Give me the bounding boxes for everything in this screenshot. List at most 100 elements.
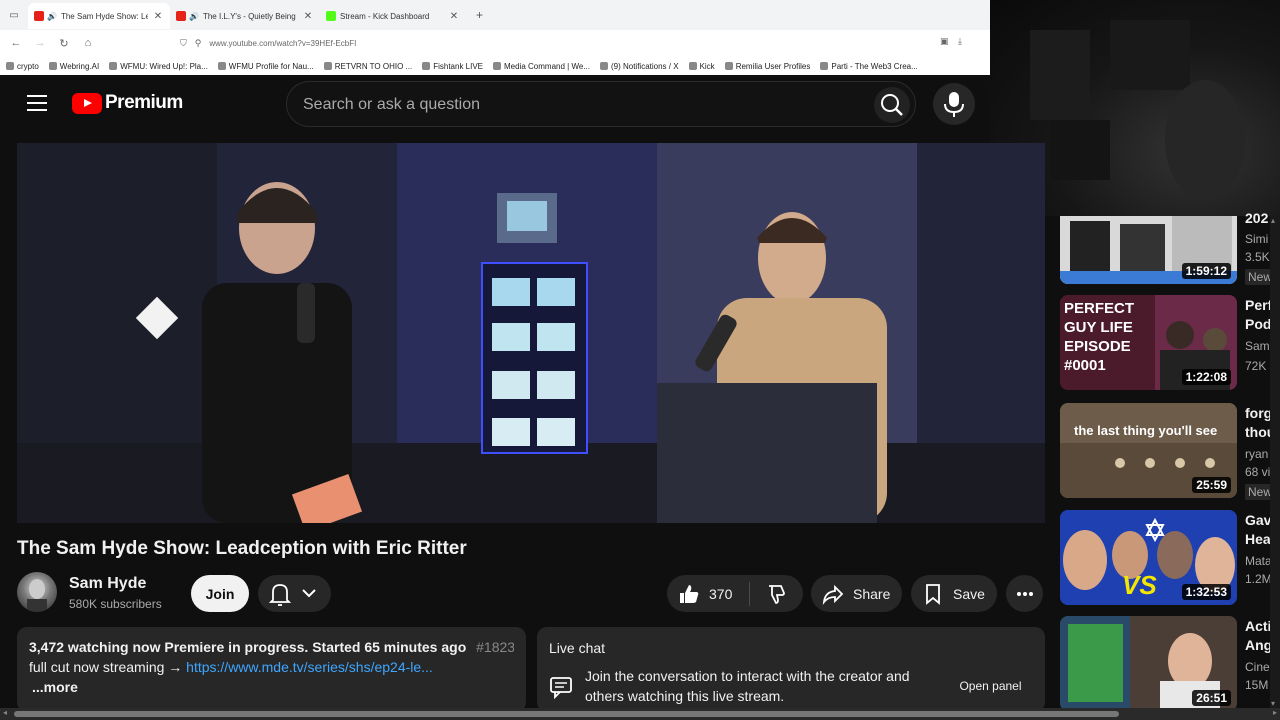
bookmark-item[interactable]: Parti - The Web3 Crea... (820, 61, 918, 71)
bookmark-favicon-icon (724, 62, 733, 70)
forward-icon[interactable]: → (28, 37, 52, 49)
kick-favicon-icon (326, 11, 336, 21)
bookmark-label: Parti - The Web3 Crea... (831, 61, 918, 71)
bookmark-favicon-icon (217, 62, 226, 70)
tab-ilys[interactable]: 🔊 The I.L.Y's - Quietly Being t ✕ (170, 3, 320, 29)
video-title: The Sam Hyde Show: Leadception with Eric… (17, 538, 467, 559)
reload-icon[interactable]: ↻ (52, 37, 76, 50)
youtube-premium-logo[interactable]: Premium (72, 92, 183, 114)
new-tab-button[interactable]: + (476, 8, 483, 22)
bookmark-item[interactable]: crypto (6, 62, 39, 71)
tab-label: Stream - Kick Dashboard (340, 11, 430, 21)
tab-sam-hyde-show[interactable]: 🔊 The Sam Hyde Show: Leadc ✕ (28, 3, 170, 29)
subscriber-count: 580K subscribers (69, 597, 162, 611)
audio-icon[interactable]: 🔊 (47, 12, 57, 21)
search-button[interactable] (874, 87, 910, 123)
close-tab-icon[interactable]: ✕ (448, 11, 460, 22)
bookmark-item[interactable]: WFMU: Wired Up!: Pla... (109, 62, 208, 71)
bookmark-item[interactable]: Fishtank LIVE (422, 62, 483, 71)
share-button[interactable]: Share (811, 575, 902, 612)
bookmark-item[interactable]: Webring.AI (48, 62, 99, 71)
recommendation-channel: ryan (1245, 447, 1269, 461)
download-icon[interactable]: ⤓ (958, 36, 962, 47)
bookmark-favicon-icon (422, 62, 431, 70)
scroll-right-icon[interactable]: ▸ (1273, 708, 1277, 717)
recommendation-title[interactable]: forg (1245, 403, 1272, 423)
close-tab-icon[interactable]: ✕ (152, 11, 164, 22)
bookmark-item[interactable]: RETVRN TO OHIO ... (323, 62, 412, 71)
url-field[interactable]: ⛉ ⚲ www.youtube.com/watch?v=39HEf-EcbFI (180, 34, 930, 52)
youtube-logo-icon (72, 92, 102, 114)
vertical-scrollbar[interactable]: ▴ ▾ (1270, 216, 1280, 708)
scrollbar-thumb[interactable] (14, 711, 1119, 717)
video-thumbnail[interactable]: 26:51 (1060, 616, 1237, 711)
bookmark-item[interactable]: WFMU Profile for Nau... (217, 61, 314, 71)
browser-chrome: ▭ 🔊 The Sam Hyde Show: Leadc ✕ 🔊 The I.L… (0, 0, 990, 75)
bookmark-label: WFMU Profile for Nau... (228, 61, 314, 71)
description-link[interactable]: https://www.mde.tv/series/shs/ep24-le... (186, 659, 433, 675)
scroll-left-icon[interactable]: ◂ (3, 708, 7, 717)
recommendation-views: 68 vi (1245, 465, 1271, 479)
recommendation-title[interactable]: 202 (1245, 208, 1268, 228)
back-icon[interactable]: ← (4, 37, 28, 49)
open-panel-button[interactable]: Open panel (949, 671, 1032, 701)
screenshot-icon[interactable]: ▣ (940, 36, 949, 47)
hashtag[interactable]: #182334 (476, 639, 514, 655)
video-thumbnail[interactable]: the last thing you'll see 25:59 (1060, 403, 1237, 498)
scroll-up-icon[interactable]: ▴ (1271, 216, 1275, 225)
show-more-button[interactable]: ...more (29, 679, 514, 699)
bookmark-label: crypto (17, 61, 39, 71)
video-thumbnail[interactable]: VS 1:32:53 (1060, 510, 1237, 605)
like-dislike-group: 370 (667, 575, 803, 612)
bookmark-label: Remilia User Profiles (735, 61, 811, 71)
audio-icon[interactable]: 🔊 (189, 12, 199, 21)
site-info-icon[interactable]: ⚲ (195, 38, 202, 49)
search-box (286, 81, 916, 127)
shield-icon[interactable]: ⛉ (180, 38, 187, 49)
recommendation-title[interactable]: Gav (1245, 510, 1271, 530)
video-player[interactable] (17, 143, 1045, 523)
home-icon[interactable]: ⌂ (76, 37, 100, 49)
video-thumbnail[interactable]: PERFECT GUY LIFE EPISODE #0001 1:22:08 (1060, 295, 1237, 390)
recommendation-title[interactable]: Acti (1245, 616, 1271, 636)
recommendation-subtitle: Pod (1245, 316, 1272, 332)
recommendation-item[interactable]: PERFECT GUY LIFE EPISODE #0001 1:22:08 P… (1060, 295, 1280, 390)
live-chat-message: Join the conversation to interact with t… (585, 668, 910, 704)
share-icon (822, 584, 844, 605)
scroll-down-icon[interactable]: ▾ (1271, 699, 1275, 708)
video-thumbnail[interactable]: 1:59:12 (1060, 216, 1237, 284)
share-label: Share (853, 585, 891, 602)
description-text: full cut now streaming → https://www.mde… (29, 659, 514, 679)
recommendation-item[interactable]: 1:59:12 202 Simi 3.5K New (1060, 210, 1280, 285)
live-chat-panel: Live chat Join the conversation to inter… (537, 627, 1045, 712)
bookmark-favicon-icon (48, 62, 57, 70)
join-button[interactable]: Join (191, 575, 249, 612)
bookmark-favicon-icon (599, 62, 608, 70)
tab-kick-dashboard[interactable]: Stream - Kick Dashboard ✕ (320, 3, 466, 29)
bookmark-item[interactable]: Remilia User Profiles (724, 61, 811, 71)
save-button[interactable]: Save (911, 575, 997, 612)
bookmark-item[interactable]: Kick (688, 62, 715, 71)
search-input[interactable] (303, 94, 843, 116)
more-actions-button[interactable] (1006, 575, 1043, 612)
menu-icon[interactable] (27, 95, 47, 111)
horizontal-scrollbar[interactable]: ◂ ▸ (0, 708, 1280, 720)
bookmark-item[interactable]: (9) Notifications / X (599, 62, 679, 71)
bookmark-item[interactable]: Media Command | We... (493, 62, 590, 71)
description-box[interactable]: 3,472 watching now Premiere in progress.… (17, 627, 526, 712)
recommendation-views: 1.2M (1245, 572, 1272, 586)
close-tab-icon[interactable]: ✕ (302, 11, 314, 22)
channel-avatar[interactable] (17, 572, 57, 612)
recommendation-item[interactable]: VS 1:32:53 Gav Hea Mata 1.2M (1060, 510, 1280, 605)
bookmark-label: WFMU: Wired Up!: Pla... (120, 61, 208, 71)
recommendation-item[interactable]: 26:51 Acti Ang Cine 15M (1060, 616, 1280, 711)
dislike-button[interactable] (750, 582, 802, 606)
recommendation-item[interactable]: the last thing you'll see 25:59 forg tho… (1060, 403, 1280, 500)
like-button[interactable]: 370 (667, 582, 747, 606)
voice-search-button[interactable] (933, 83, 975, 125)
notification-bell-button[interactable] (258, 575, 331, 612)
recommendation-title[interactable]: Perf (1245, 295, 1272, 315)
bookmark-favicon-icon (323, 62, 332, 70)
channel-name[interactable]: Sam Hyde (69, 575, 146, 593)
tab-list-icon[interactable]: ▭ (0, 10, 28, 21)
